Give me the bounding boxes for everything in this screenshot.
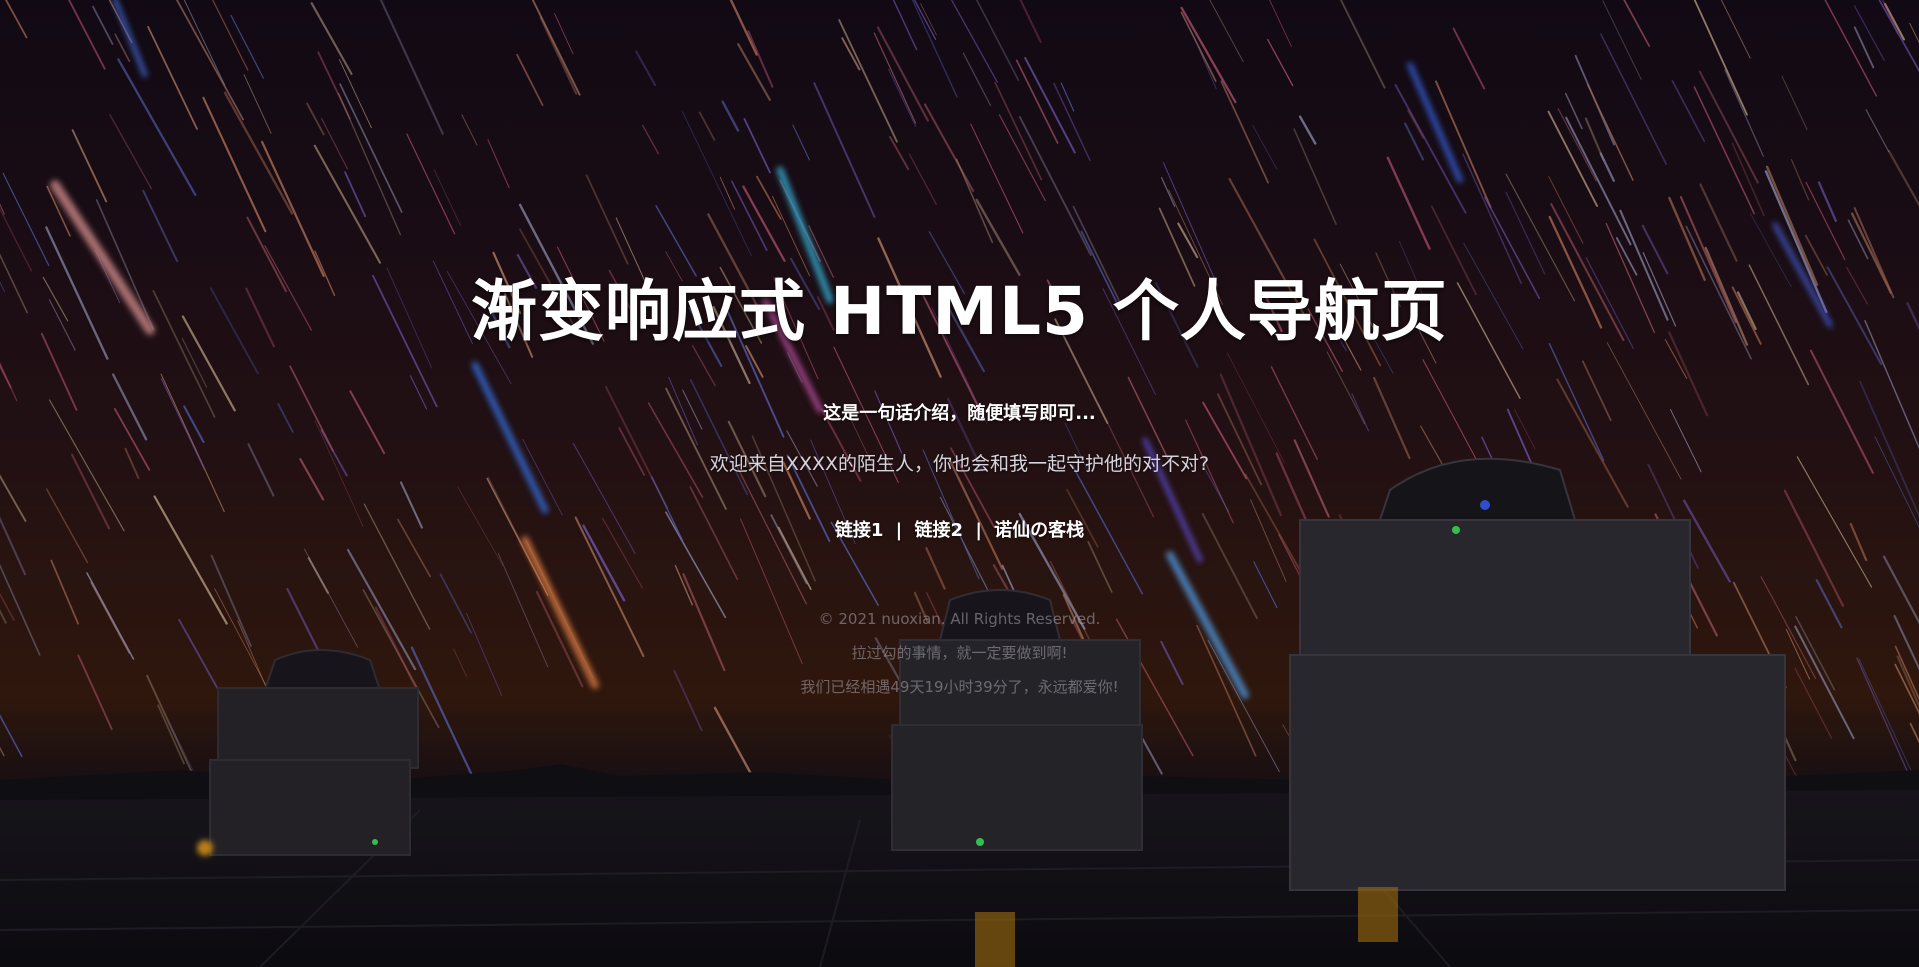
link-bar: 链接1 | 链接2 | 诺仙の客栈 xyxy=(0,516,1919,542)
days-counter-text: 我们已经相遇49天19小时39分了，永远都爱你! xyxy=(800,678,1119,696)
page: 渐变响应式 HTML5 个人导航页 这是一句话介绍，随便填写即可... 欢迎来自… xyxy=(0,0,1919,967)
page-title: 渐变响应式 HTML5 个人导航页 xyxy=(471,273,1448,350)
link-1[interactable]: 链接1 xyxy=(835,520,884,541)
copyright-text: © 2021 nuoxian. All Rights Reserved. xyxy=(818,610,1101,628)
link-blog[interactable]: 诺仙の客栈 xyxy=(994,520,1084,541)
hero-content: 渐变响应式 HTML5 个人导航页 这是一句话介绍，随便填写即可... 欢迎来自… xyxy=(0,0,1919,967)
tagline: 这是一句话介绍，随便填写即可... xyxy=(823,403,1096,424)
footer: © 2021 nuoxian. All Rights Reserved. 拉过勾… xyxy=(0,602,1919,704)
link-2[interactable]: 链接2 xyxy=(915,520,964,541)
welcome-message: 欢迎来自XXXX的陌生人，你也会和我一起守护他的对不对? xyxy=(709,453,1210,475)
link-separator: | xyxy=(895,520,903,541)
link-separator: | xyxy=(975,520,982,541)
promise-text: 拉过勾的事情，就一定要做到啊! xyxy=(851,644,1068,662)
